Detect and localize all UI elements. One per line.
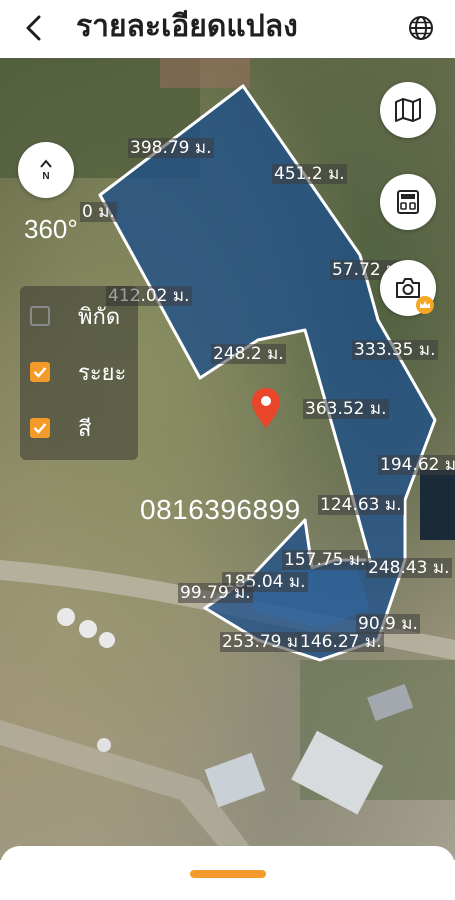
checkbox-checked-icon[interactable] xyxy=(30,418,50,438)
location-pin-icon[interactable] xyxy=(252,388,280,433)
dimension-label: 124.63 ม. xyxy=(318,495,404,515)
checkbox-checked-icon[interactable] xyxy=(30,362,50,382)
dimension-label: 398.79 ม. xyxy=(128,138,214,158)
language-button[interactable] xyxy=(405,12,437,44)
layer-label-distance: ระยะ xyxy=(78,360,127,386)
dimension-label: 451.2 ม. xyxy=(272,164,347,184)
globe-icon xyxy=(409,16,433,40)
compass-button[interactable]: N xyxy=(18,142,74,198)
map-type-button[interactable] xyxy=(380,82,436,138)
layer-label-color: สี xyxy=(78,416,92,442)
layer-toggle-color[interactable]: สี xyxy=(30,410,91,446)
owner-phone-label: 0816396899 xyxy=(140,494,301,525)
map-icon xyxy=(395,98,421,122)
dimension-label: 146.27 ม. xyxy=(298,632,384,652)
back-button[interactable] xyxy=(18,12,50,44)
dimension-label: 363.52 ม. xyxy=(303,399,389,419)
dimension-label: 99.79 ม. xyxy=(178,583,253,603)
bottom-sheet[interactable] xyxy=(0,846,455,900)
dimension-label: 248.2 ม. xyxy=(211,344,286,364)
dimension-label: 157.75 ม. xyxy=(282,550,368,570)
dimension-label: 0 ม. xyxy=(80,202,117,222)
camera-button[interactable] xyxy=(380,260,436,316)
top-bar: รายละเอียดแปลง xyxy=(0,0,455,58)
checkbox-unchecked-icon[interactable] xyxy=(30,306,50,326)
dimension-label: 253.79 ม xyxy=(220,632,301,652)
premium-crown-icon xyxy=(416,296,434,314)
north-arrow-icon xyxy=(40,158,52,168)
layer-toggle-distance[interactable]: ระยะ xyxy=(30,354,126,390)
layer-toggle-panel: พิกัด ระยะ สี xyxy=(20,286,138,460)
chevron-left-icon xyxy=(26,15,41,41)
dimension-label: 194.62 ม. xyxy=(378,455,455,475)
page-title: รายละเอียดแปลง xyxy=(76,9,298,44)
dimension-label: 248.43 ม. xyxy=(366,558,452,578)
dimension-label: 333.35 ม. xyxy=(352,340,438,360)
satellite-map[interactable]: N 360° พิกัด ระยะ สี 398.79 ม. 451.2 ม. … xyxy=(0,58,455,860)
layer-label-coordinates: พิกัด xyxy=(78,304,121,330)
sheet-drag-handle[interactable] xyxy=(190,870,266,878)
layer-toggle-coordinates[interactable]: พิกัด xyxy=(30,298,120,334)
camera-icon xyxy=(396,278,420,298)
rotation-readout: 360° xyxy=(24,214,78,244)
calculator-icon xyxy=(397,190,419,214)
compass-letter: N xyxy=(42,170,50,182)
dimension-label: 90.9 ม. xyxy=(356,614,420,634)
calculator-button[interactable] xyxy=(380,174,436,230)
